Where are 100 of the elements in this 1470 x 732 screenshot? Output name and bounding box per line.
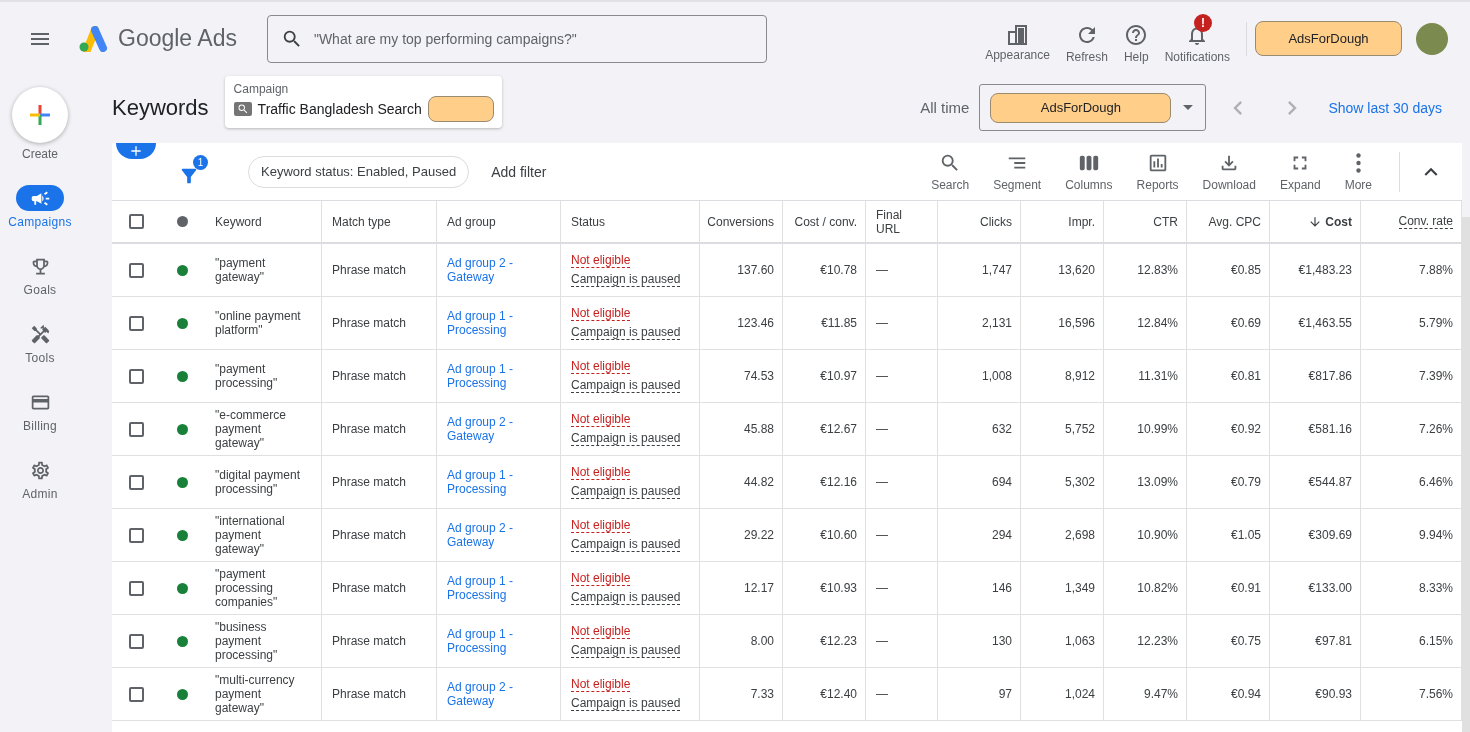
column-header[interactable]: Conv. rate — [1398, 214, 1453, 229]
tool-button[interactable]: Reports — [1125, 151, 1190, 192]
account-button[interactable]: AdsForDough — [1255, 21, 1402, 56]
row-checkbox[interactable] — [128, 262, 144, 278]
status-text: Not eligible — [571, 518, 631, 533]
column-header[interactable]: Conversions — [707, 214, 774, 229]
logo-icon — [78, 25, 108, 52]
column-header[interactable]: Final URL — [876, 207, 929, 236]
column-header[interactable]: Cost / conv. — [794, 214, 857, 229]
column-header[interactable]: Cost — [1308, 214, 1352, 229]
table-cell: €1,483.23 — [1270, 244, 1361, 296]
row-checkbox[interactable] — [128, 315, 144, 331]
ad-group-link[interactable]: Ad group 1 - Processing — [447, 362, 552, 390]
search-icon — [233, 102, 252, 116]
table-cell: 5,302 — [1021, 456, 1104, 508]
ad-group-link[interactable]: Ad group 1 - Processing — [447, 627, 552, 655]
tool-button[interactable]: Segment — [982, 151, 1053, 192]
match-type-cell: Phrase match — [322, 509, 437, 561]
table-cell: €10.78 — [783, 244, 866, 296]
ad-group-link[interactable]: Ad group 2 - Gateway — [447, 680, 552, 708]
ad-group-link[interactable]: Ad group 2 - Gateway — [447, 415, 552, 443]
table-cell: — — [866, 509, 938, 561]
ad-group-link[interactable]: Ad group 2 - Gateway — [447, 521, 552, 549]
plus-icon — [28, 103, 52, 127]
row-checkbox[interactable] — [128, 421, 144, 437]
column-header[interactable]: Clicks — [980, 214, 1012, 229]
row-checkbox[interactable] — [128, 580, 144, 596]
table-cell: €90.93 — [1270, 668, 1361, 720]
status-reason: Campaign is paused — [571, 484, 681, 499]
table-cell: — — [866, 297, 938, 349]
create-label: Create — [22, 147, 58, 161]
nav-item[interactable]: Goals — [16, 253, 64, 321]
tool-button[interactable]: More — [1333, 151, 1383, 192]
column-header[interactable]: Keyword — [215, 214, 262, 229]
table-cell: — — [866, 350, 938, 402]
status-reason: Campaign is paused — [571, 378, 681, 393]
keyword-cell: "multi-currency payment gateway" — [205, 668, 322, 720]
row-checkbox[interactable] — [128, 527, 144, 543]
ad-group-link[interactable]: Ad group 2 - Gateway — [447, 256, 552, 284]
date-dropdown[interactable]: AdsForDough — [979, 84, 1207, 131]
select-all-checkbox[interactable] — [128, 214, 144, 229]
column-header[interactable]: Match type — [332, 214, 391, 229]
table-cell: 97 — [938, 668, 1021, 720]
column-header[interactable]: Impr. — [1068, 214, 1095, 229]
tool-button[interactable]: Search — [920, 151, 981, 192]
row-checkbox[interactable] — [128, 686, 144, 702]
table-cell: 137.60 — [700, 244, 783, 296]
nav-item[interactable]: Tools — [16, 321, 64, 389]
column-header[interactable]: CTR — [1153, 214, 1178, 229]
nav-item[interactable]: Admin — [16, 457, 64, 525]
notification-badge: ! — [1194, 13, 1212, 32]
campaign-selector[interactable]: Campaign Traffic Bangladesh Search — [224, 76, 502, 128]
status-text: Not eligible — [571, 677, 631, 692]
tool-button[interactable]: Columns — [1054, 151, 1124, 192]
match-type-cell: Phrase match — [322, 403, 437, 455]
status-text: Not eligible — [571, 624, 631, 639]
table-cell: €0.75 — [1187, 615, 1270, 667]
filter-chip[interactable]: Keyword status: Enabled, Paused — [248, 155, 470, 188]
add-button[interactable] — [116, 143, 156, 159]
nav-item[interactable]: Billing — [16, 389, 64, 457]
scrollbar[interactable] — [1462, 217, 1470, 732]
table-cell: €0.81 — [1187, 350, 1270, 402]
row-checkbox[interactable] — [128, 368, 144, 384]
row-checkbox[interactable] — [128, 474, 144, 490]
ad-group-link[interactable]: Ad group 1 - Processing — [447, 309, 552, 337]
table-cell: — — [866, 456, 938, 508]
toolbar-button[interactable]: Refresh — [1057, 13, 1116, 64]
status-text: Not eligible — [571, 412, 631, 427]
table-cell: 12.23% — [1104, 615, 1187, 667]
toolbar-button[interactable]: Appearance — [977, 15, 1058, 62]
status-text: Not eligible — [571, 359, 631, 374]
toolbar-button[interactable]: Help — [1115, 13, 1157, 64]
add-filter-button[interactable]: Add filter — [485, 162, 553, 181]
table-cell: — — [866, 668, 938, 720]
search-field[interactable]: "What are my top performing campaigns?" — [266, 14, 767, 63]
row-checkbox[interactable] — [128, 633, 144, 649]
ad-group-link[interactable]: Ad group 1 - Processing — [447, 574, 552, 602]
table-cell: 12.83% — [1104, 244, 1187, 296]
show-last-30-days-link[interactable]: Show last 30 days — [1328, 99, 1442, 116]
column-header[interactable]: Avg. CPC — [1208, 214, 1261, 229]
table-cell: 44.82 — [700, 456, 783, 508]
nav-item[interactable]: Campaigns — [8, 185, 72, 253]
toolbar-button[interactable]: Notifications ! — [1156, 13, 1238, 64]
settings-icon — [29, 459, 51, 481]
table-cell: €10.97 — [783, 350, 866, 402]
tool-button[interactable]: Download — [1191, 151, 1267, 192]
tool-button[interactable]: Expand — [1268, 151, 1332, 192]
column-header[interactable]: Status — [571, 214, 606, 229]
column-header[interactable]: Ad group — [447, 214, 496, 229]
keyword-cell: "digital payment processing" — [205, 456, 322, 508]
table-cell: 1,008 — [938, 350, 1021, 402]
table-cell: 13.09% — [1104, 456, 1187, 508]
avatar[interactable] — [1416, 22, 1448, 55]
ad-group-link[interactable]: Ad group 1 - Processing — [447, 468, 552, 496]
help-icon — [1124, 22, 1149, 47]
table-cell: €12.16 — [783, 456, 866, 508]
table-cell: 10.90% — [1104, 509, 1187, 561]
table-cell: 1,349 — [1021, 562, 1104, 614]
status-text: Not eligible — [571, 465, 631, 480]
table-cell: 16,596 — [1021, 297, 1104, 349]
